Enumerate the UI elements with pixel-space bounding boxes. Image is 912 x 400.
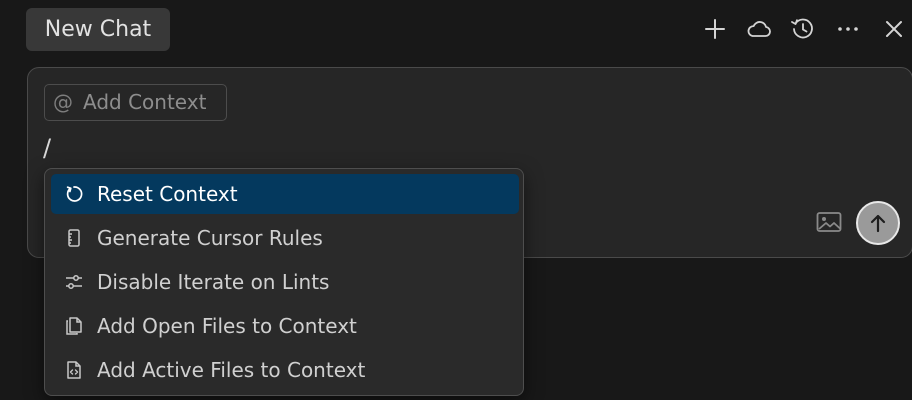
ruler-icon: [64, 228, 84, 248]
menu-item-label: Disable Iterate on Lints: [97, 270, 330, 294]
image-icon[interactable]: [816, 211, 842, 233]
copy-files-icon: [64, 316, 84, 336]
at-icon: @: [53, 90, 73, 114]
tab-new-chat[interactable]: New Chat: [26, 8, 170, 51]
plus-icon[interactable]: [700, 14, 730, 44]
chat-input[interactable]: /: [43, 134, 51, 162]
arrow-up-icon: [870, 214, 886, 233]
more-icon[interactable]: [833, 14, 863, 44]
menu-item-generate-cursor-rules[interactable]: Generate Cursor Rules: [51, 218, 519, 258]
chat-header: New Chat: [0, 0, 912, 60]
menu-item-add-active-files[interactable]: Add Active Files to Context: [51, 350, 519, 390]
history-icon[interactable]: [788, 14, 818, 44]
close-icon[interactable]: [879, 14, 909, 44]
command-menu: Reset Context Generate Cursor Rules Disa…: [44, 168, 524, 396]
sliders-icon: [64, 272, 84, 292]
send-button[interactable]: [856, 201, 900, 245]
code-file-icon: [64, 360, 84, 380]
refresh-icon: [64, 184, 84, 204]
add-context-button[interactable]: @ Add Context: [44, 84, 227, 121]
menu-item-label: Generate Cursor Rules: [97, 226, 323, 250]
cloud-icon[interactable]: [744, 14, 774, 44]
menu-item-reset-context[interactable]: Reset Context: [51, 174, 519, 214]
menu-item-add-open-files[interactable]: Add Open Files to Context: [51, 306, 519, 346]
menu-item-label: Add Active Files to Context: [97, 358, 366, 382]
menu-item-label: Reset Context: [97, 182, 238, 206]
add-context-label: Add Context: [83, 90, 207, 114]
menu-item-disable-iterate-on-lints[interactable]: Disable Iterate on Lints: [51, 262, 519, 302]
menu-item-label: Add Open Files to Context: [97, 314, 357, 338]
